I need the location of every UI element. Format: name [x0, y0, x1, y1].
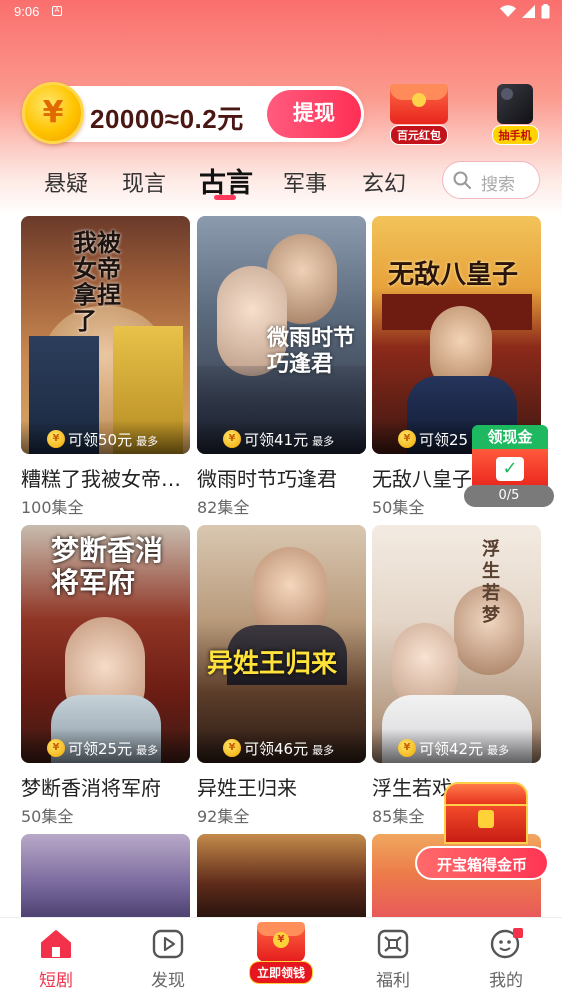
reward-badge: ¥ 可领25元 最多 — [21, 729, 190, 763]
drama-card[interactable]: 微雨时节巧逢君 ¥ 可领41元 最多 微雨时节巧逢君 82集全 — [197, 216, 366, 518]
drama-title: 微雨时节巧逢君 — [197, 467, 337, 491]
battery-icon — [541, 4, 550, 19]
tab-fantasy[interactable]: 玄幻 — [362, 166, 406, 198]
phone-icon — [497, 84, 533, 124]
poster-title-art: 浮生若梦 — [482, 539, 500, 626]
red-packet-icon: ¥ — [257, 922, 305, 962]
open-chest-button[interactable]: 开宝箱得金币 — [415, 846, 549, 880]
treasure-chest-icon[interactable] — [444, 782, 528, 844]
reward-amount: 可领50元 — [68, 431, 133, 449]
drama-poster: 无敌八皇子 ¥ 可领25 — [372, 216, 541, 454]
coin-icon: ¥ — [22, 82, 84, 144]
status-time: 9:06 — [14, 4, 40, 19]
poster-title-art: 微雨时节巧逢君 — [267, 326, 356, 377]
profile-face-icon — [490, 928, 523, 959]
active-tab-indicator — [214, 195, 236, 200]
reward-max-label: 最多 — [312, 435, 335, 448]
coin-icon: ¥ — [47, 430, 65, 448]
drama-episodes: 50集全 — [21, 807, 74, 826]
drama-card[interactable]: 异姓王归来 ¥ 可领46元 最多 异姓王归来 92集全 — [197, 525, 366, 827]
coin-icon: ¥ — [223, 430, 241, 448]
tab-military[interactable]: 军事 — [283, 166, 327, 198]
nav-discover-label: 发现 — [151, 971, 185, 991]
reward-amount: 可领42元 — [419, 740, 484, 758]
reward-badge: ¥ 可领42元 最多 — [372, 729, 541, 763]
poster-title-art: 我被女帝拿捏了 — [73, 229, 121, 335]
red-packet-label: 百元红包 — [390, 125, 448, 145]
search-input[interactable]: 搜索 — [442, 161, 540, 199]
search-icon — [453, 171, 471, 189]
cash-reward-widget[interactable]: 领现金 ✓ — [472, 425, 548, 491]
drama-title: 异姓王归来 — [197, 776, 297, 800]
drama-title: 梦断香消将军府 — [21, 776, 161, 800]
reward-max-label: 最多 — [136, 435, 159, 448]
wifi-icon — [500, 5, 516, 17]
reward-badge: ¥ 可领50元 最多 — [21, 420, 190, 454]
reward-amount: 可领46元 — [244, 740, 309, 758]
reward-badge: ¥ 可领41元 最多 — [197, 420, 366, 454]
drama-poster: 我被女帝拿捏了 ¥ 可领50元 最多 — [21, 216, 190, 454]
status-bar: 9:06 A — [0, 0, 562, 26]
drama-poster: 浮生若梦 ¥ 可领42元 最多 — [372, 525, 541, 763]
poster-title-art: 异姓王归来 — [207, 649, 338, 679]
reward-max-label: 最多 — [136, 744, 159, 757]
drama-card[interactable]: 我被女帝拿捏了 ¥ 可领50元 最多 糟糕了我被女帝… 100集全 — [21, 216, 190, 518]
tab-modern-romance[interactable]: 现言 — [122, 166, 166, 198]
coin-icon: ¥ — [47, 739, 65, 757]
nav-welfare[interactable]: 福利 — [353, 928, 433, 991]
play-icon — [152, 929, 184, 959]
phone-lottery-promo[interactable]: 抽手机 — [479, 84, 551, 145]
nav-profile-label: 我的 — [489, 971, 523, 991]
cash-reward-title: 领现金 — [472, 425, 548, 449]
nav-discover[interactable]: 发现 — [128, 928, 208, 991]
reward-amount: 可领25 — [419, 431, 469, 449]
drama-poster: 异姓王归来 ¥ 可领46元 最多 — [197, 525, 366, 763]
gift-box-icon — [377, 929, 409, 959]
drama-episodes: 100集全 — [21, 498, 84, 517]
drama-episodes: 92集全 — [197, 807, 250, 826]
coin-icon: ¥ — [398, 739, 416, 757]
poster-title-art: 无敌八皇子 — [388, 260, 519, 290]
notification-icon: A — [52, 6, 62, 16]
reward-max-label: 最多 — [312, 744, 335, 757]
reward-amount: 可领41元 — [244, 431, 309, 449]
reward-badge: ¥ 可领46元 最多 — [197, 729, 366, 763]
drama-poster-partial[interactable] — [21, 834, 190, 917]
coin-icon: ¥ — [223, 739, 241, 757]
drama-episodes: 82集全 — [197, 498, 250, 517]
drama-poster: 梦断香消将军府 ¥ 可领25元 最多 — [21, 525, 190, 763]
drama-title: 糟糕了我被女帝… — [21, 467, 181, 491]
red-packet-icon — [390, 84, 448, 124]
reward-amount: 可领25元 — [68, 740, 133, 758]
reward-max-label: 最多 — [487, 744, 510, 757]
signal-icon — [522, 5, 535, 18]
phone-lottery-label: 抽手机 — [491, 125, 539, 145]
poster-title-art: 梦断香消将军府 — [51, 534, 164, 599]
nav-shorts[interactable]: 短剧 — [16, 928, 96, 991]
nav-profile[interactable]: 我的 — [466, 928, 546, 991]
drama-poster: 微雨时节巧逢君 ¥ 可领41元 最多 — [197, 216, 366, 454]
cash-reward-progress: 0/5 — [464, 485, 554, 507]
withdraw-button[interactable]: 提现 — [267, 90, 361, 138]
home-icon — [41, 930, 71, 958]
coin-icon: ¥ — [398, 430, 416, 448]
drama-poster-partial[interactable] — [197, 834, 366, 917]
red-packet-promo[interactable]: 百元红包 — [383, 84, 455, 145]
status-icons — [500, 4, 550, 19]
coin-exchange-text: 20000≈0.2元 — [90, 104, 244, 134]
search-placeholder: 搜索 — [481, 175, 515, 195]
nav-shorts-label: 短剧 — [39, 971, 73, 991]
nav-welfare-label: 福利 — [376, 971, 410, 991]
earn-money-label: 立即领钱 — [248, 961, 313, 984]
tab-suspense[interactable]: 悬疑 — [44, 166, 88, 198]
drama-card[interactable]: 梦断香消将军府 ¥ 可领25元 最多 梦断香消将军府 50集全 — [21, 525, 190, 827]
earn-money-button[interactable]: ¥ 立即领钱 — [246, 922, 316, 988]
